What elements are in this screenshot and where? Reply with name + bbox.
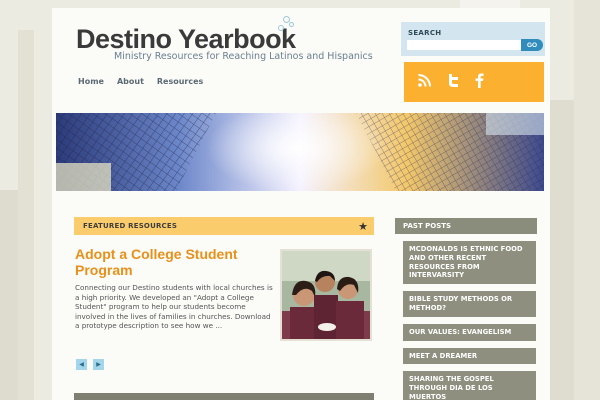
main-nav: Home About Resources	[78, 77, 203, 86]
prev-arrow-icon[interactable]: ◀	[76, 359, 87, 370]
featured-label: FEATURED RESOURCES	[83, 222, 178, 230]
bg-block	[18, 30, 34, 400]
next-arrow-icon[interactable]: ▶	[93, 359, 104, 370]
nav-home[interactable]: Home	[78, 77, 104, 86]
past-post-item[interactable]: McDonalds is Ethnic Food and Other Recen…	[403, 241, 536, 285]
past-posts-header: PAST POSTS	[395, 218, 537, 234]
bg-block	[550, 100, 574, 400]
past-post-item[interactable]: Sharing the Gospel through Dia de los Mu…	[403, 371, 536, 400]
bottom-section-bar	[74, 393, 374, 400]
star-icon: ★	[358, 219, 368, 233]
site-tagline: Ministry Resources for Reaching Latinos …	[114, 51, 373, 62]
rss-icon[interactable]	[418, 73, 431, 91]
slider-controls: ◀ ▶	[76, 359, 104, 370]
bg-block	[574, 0, 600, 400]
search-go-button[interactable]: GO	[521, 39, 543, 51]
featured-resources-header: FEATURED RESOURCES ★	[74, 217, 374, 235]
past-posts-list: McDonalds is Ethnic Food and Other Recen…	[403, 241, 536, 400]
header-banner-image	[56, 113, 544, 191]
search-input[interactable]	[407, 40, 521, 50]
featured-post-photo[interactable]	[280, 249, 372, 341]
social-bar	[404, 62, 544, 102]
past-post-item[interactable]: Meet a Dreamer	[403, 347, 536, 365]
facebook-icon[interactable]	[475, 73, 484, 92]
featured-post-excerpt: Connecting our Destino students with loc…	[75, 283, 273, 331]
nav-about[interactable]: About	[117, 77, 144, 86]
past-post-item[interactable]: Bible Study Methods or Method?	[403, 291, 536, 317]
featured-post-title[interactable]: Adopt a College Student Program	[75, 246, 275, 278]
nav-resources[interactable]: Resources	[157, 77, 203, 86]
twitter-icon[interactable]	[447, 73, 459, 91]
search-label: SEARCH	[408, 29, 442, 37]
bubbles-decoration-icon	[275, 16, 297, 38]
past-post-item[interactable]: Our Values: Evangelism	[403, 323, 536, 341]
